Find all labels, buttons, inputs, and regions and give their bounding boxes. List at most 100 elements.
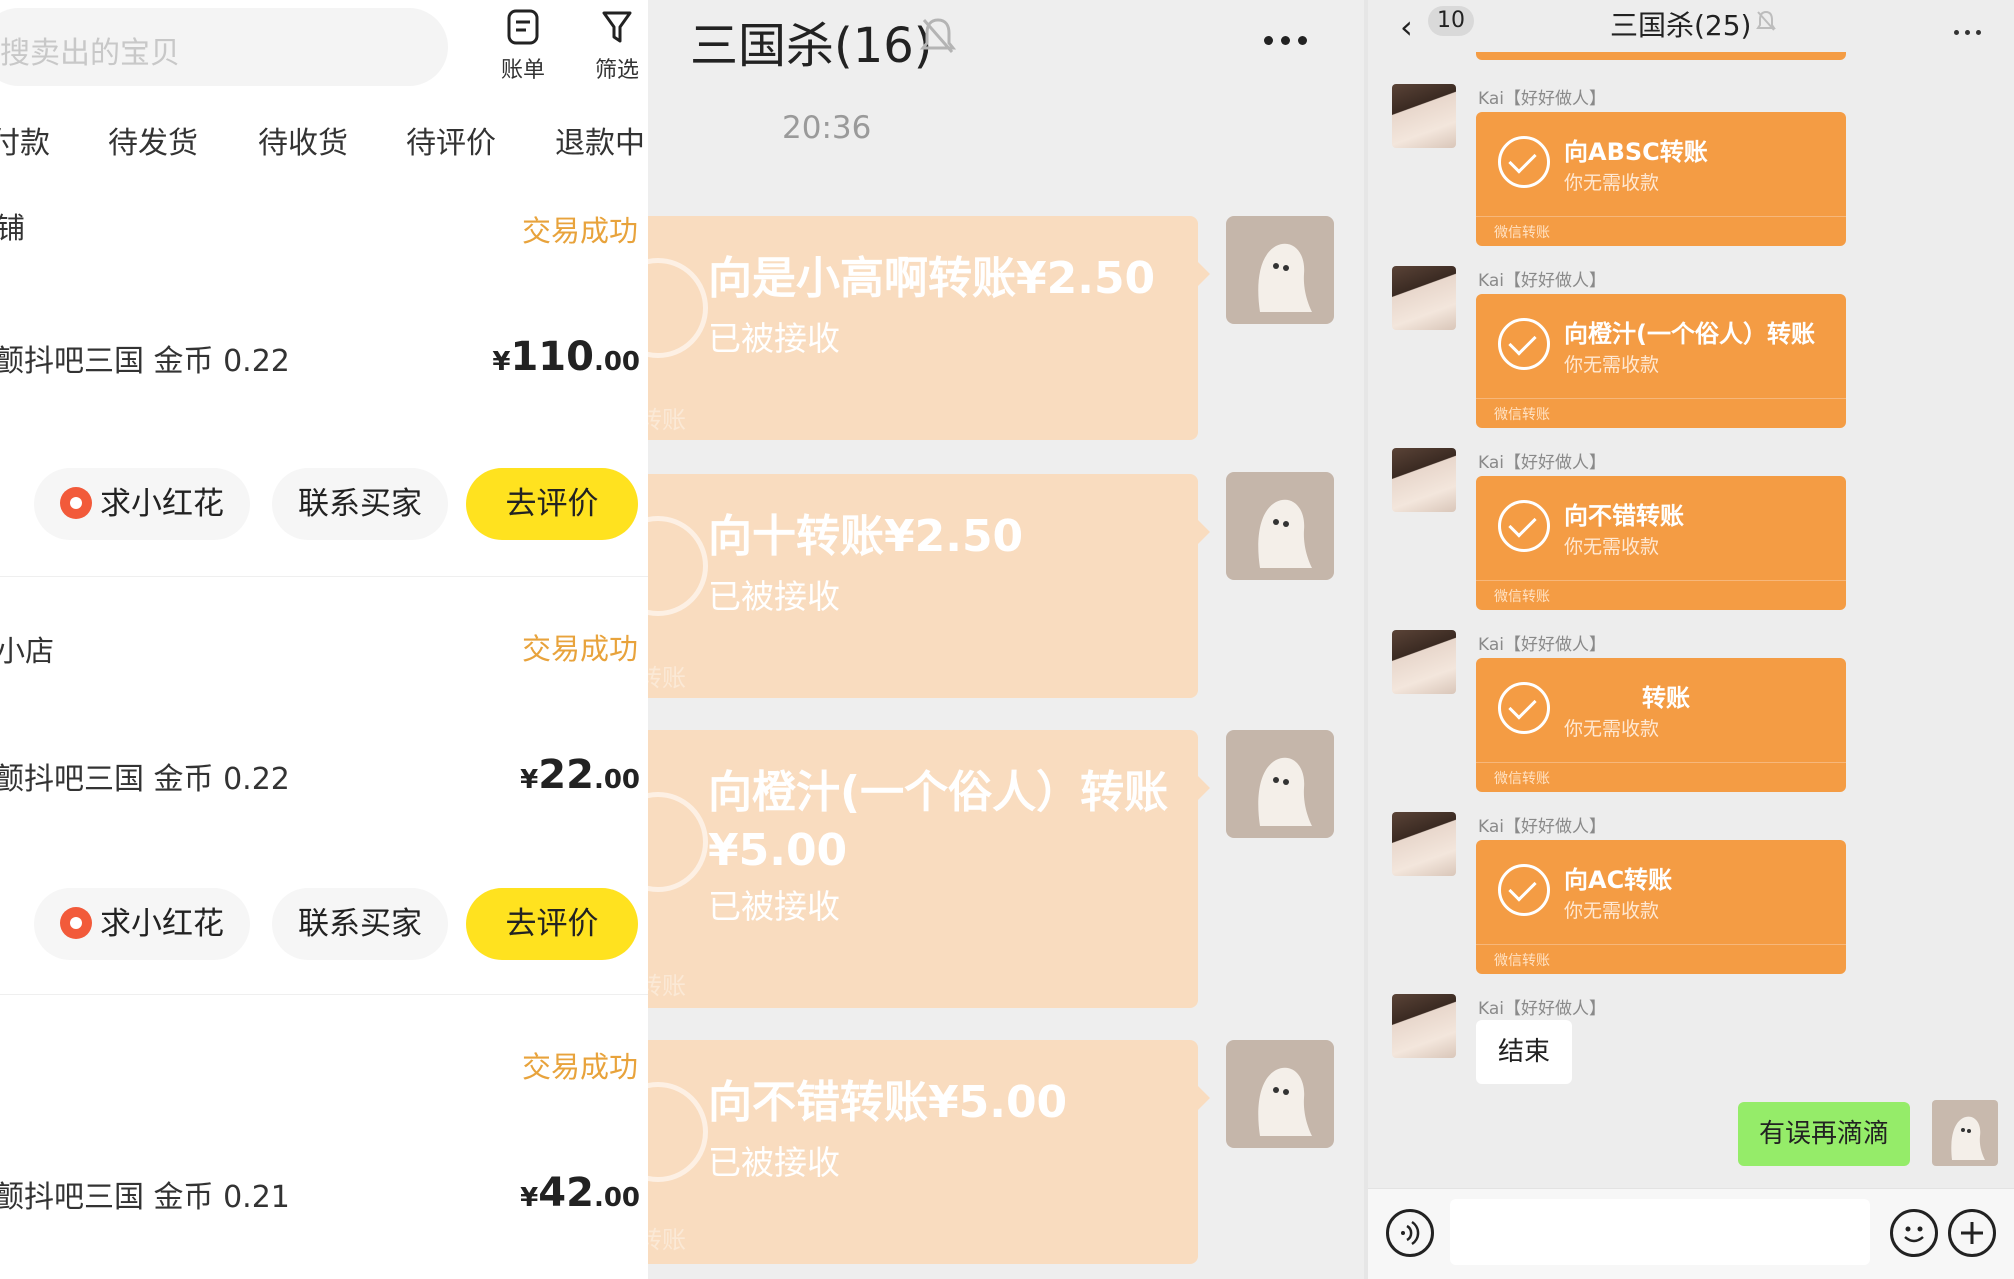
avatar[interactable]	[1392, 84, 1456, 148]
message-input[interactable]	[1450, 1199, 1870, 1265]
transfer-message[interactable]: 向十转账¥2.50 已被接收 转账	[648, 474, 1210, 698]
transfer-footer: 转账	[648, 972, 686, 1000]
order-status: 交易成功	[521, 632, 638, 666]
transfer-message[interactable]: 向橙汁(一个俗人）转账 ¥5.00 已被接收 转账	[648, 730, 1210, 1008]
tab-pending-payment[interactable]: 付款	[0, 118, 50, 162]
bill-button[interactable]: 账单	[488, 8, 558, 84]
more-options-button[interactable]	[1264, 30, 1315, 49]
transfer-message[interactable]: 向是小高啊转账¥2.50 已被接收 转账	[648, 216, 1210, 440]
group-chat-panel: 三国杀(16) 20:36 向是小高啊转账¥2.50 已被接收 转账 向十转账¥…	[648, 0, 1368, 1279]
currency-symbol: ¥	[520, 765, 539, 795]
transfer-title: 向ABSC转账	[1564, 138, 1708, 166]
transfer-note: 你无需收款	[1564, 354, 1660, 376]
avatar[interactable]	[1392, 448, 1456, 512]
message-timestamp: 20:36	[782, 110, 872, 146]
transfer-title: 向橙汁(一个俗人）转账	[1564, 320, 1815, 348]
transfer-note: 你无需收款	[1564, 172, 1660, 194]
my-text-message[interactable]: 有误再滴滴	[1738, 1102, 1910, 1166]
sender-name: Kai【好好做人】	[1478, 453, 1606, 473]
ask-flower-button[interactable]: 求小红花	[34, 468, 250, 540]
filter-button[interactable]: 筛选	[582, 8, 648, 84]
avatar[interactable]	[1226, 1040, 1334, 1148]
tab-refunding[interactable]: 退款中	[555, 118, 645, 162]
transfer-message[interactable]: 向AC转账 你无需收款 微信转账	[1476, 840, 1846, 974]
avatar[interactable]	[1392, 266, 1456, 330]
transfer-message[interactable]: 向不错转账¥5.00 已被接收 转账	[648, 1040, 1210, 1264]
unread-count-badge: 10	[1428, 6, 1474, 36]
bill-icon	[507, 9, 539, 45]
item-title[interactable]: 颤抖吧三国 金币 0.22	[0, 336, 290, 380]
mute-bell-icon	[1756, 10, 1776, 31]
transfer-title: 向AC转账	[1564, 866, 1673, 894]
tab-to-review[interactable]: 待评价	[406, 118, 496, 162]
check-icon	[648, 1082, 708, 1182]
sender-name: Kai【好好做人】	[1478, 999, 1606, 1019]
chat-title: 三国杀(25)	[1610, 9, 1752, 42]
transfer-footer: 微信转账	[1494, 589, 1550, 605]
ghost-avatar-icon	[1258, 757, 1312, 826]
avatar[interactable]	[1226, 472, 1334, 580]
input-bar	[1368, 1188, 2014, 1279]
transfer-title: 向不错转账	[1564, 502, 1684, 530]
sender-name: Kai【好好做人】	[1478, 89, 1606, 109]
check-circle-icon	[1498, 318, 1550, 370]
check-icon	[648, 258, 708, 358]
avatar[interactable]	[1226, 216, 1334, 324]
search-input[interactable]: 搜卖出的宝贝	[0, 8, 448, 86]
transfer-title: 向橙汁(一个俗人）转账	[708, 767, 1169, 818]
sender-name: Kai【好好做人】	[1478, 817, 1606, 837]
more-options-button[interactable]	[1954, 20, 1987, 39]
voice-icon[interactable]	[1386, 1209, 1434, 1257]
price-decimal: .00	[593, 765, 640, 795]
my-avatar[interactable]	[1932, 1100, 1998, 1166]
order-list-panel: 搜卖出的宝贝 账单 筛选 付款 待发货 待收货 待评价 退款中 铺 交易成功 颤…	[0, 0, 648, 1279]
previous-bubble-edge	[1476, 52, 1846, 60]
transfer-message[interactable]: 转账 你无需收款 微信转账	[1476, 658, 1846, 792]
price-integer: 22	[538, 752, 594, 798]
avatar[interactable]	[1392, 994, 1456, 1058]
review-button[interactable]: 去评价	[466, 468, 638, 540]
order-status: 交易成功	[521, 1050, 638, 1084]
item-title[interactable]: 颤抖吧三国 金币 0.21	[0, 1172, 290, 1216]
avatar[interactable]	[1392, 630, 1456, 694]
order-price: ¥22.00	[520, 752, 640, 798]
transfer-title: 向是小高啊转账¥2.50	[708, 253, 1156, 304]
contact-buyer-button[interactable]: 联系买家	[272, 888, 448, 960]
item-title[interactable]: 颤抖吧三国 金币 0.22	[0, 754, 290, 798]
ghost-avatar-icon	[1258, 243, 1312, 312]
wechat-chat-panel: ‹ 10 三国杀(25) Kai【好好做人】 向ABSC转账 你无需收款 微信转…	[1368, 0, 2014, 1279]
tab-to-ship[interactable]: 待发货	[108, 118, 198, 162]
review-label: 去评价	[505, 906, 599, 942]
transfer-message[interactable]: 向橙汁(一个俗人）转账 你无需收款 微信转账	[1476, 294, 1846, 428]
flower-icon	[60, 906, 92, 939]
transfer-status: 已被接收	[708, 577, 840, 616]
transfer-footer: 转账	[648, 406, 686, 434]
transfer-title: 转账	[1642, 684, 1690, 712]
transfer-status: 已被接收	[708, 1143, 840, 1182]
transfer-message[interactable]: 向ABSC转账 你无需收款 微信转账	[1476, 112, 1846, 246]
back-button[interactable]: ‹	[1400, 8, 1413, 46]
transfer-amount: ¥5.00	[708, 825, 848, 876]
shop-name[interactable]: 小店	[0, 628, 54, 670]
transfer-footer: 微信转账	[1494, 225, 1550, 241]
transfer-status: 已被接收	[708, 887, 840, 926]
emoji-icon[interactable]	[1890, 1209, 1938, 1257]
transfer-note: 你无需收款	[1564, 536, 1660, 558]
order-price: ¥42.00	[520, 1170, 640, 1216]
text-message[interactable]: 结束	[1476, 1020, 1573, 1084]
avatar[interactable]	[1226, 730, 1334, 838]
check-circle-icon	[1498, 500, 1550, 552]
price-decimal: .00	[593, 1183, 640, 1213]
check-circle-icon	[1498, 864, 1550, 916]
contact-buyer-button[interactable]: 联系买家	[272, 468, 448, 540]
transfer-status: 已被接收	[708, 319, 840, 358]
shop-name[interactable]: 铺	[0, 205, 25, 247]
ghost-avatar-icon	[1258, 499, 1312, 568]
tab-to-receive[interactable]: 待收货	[258, 118, 348, 162]
transfer-message[interactable]: 向不错转账 你无需收款 微信转账	[1476, 476, 1846, 610]
contact-buyer-label: 联系买家	[298, 906, 422, 942]
ask-flower-button[interactable]: 求小红花	[34, 888, 250, 960]
review-button[interactable]: 去评价	[466, 888, 638, 960]
add-icon[interactable]	[1948, 1209, 1996, 1257]
avatar[interactable]	[1392, 812, 1456, 876]
